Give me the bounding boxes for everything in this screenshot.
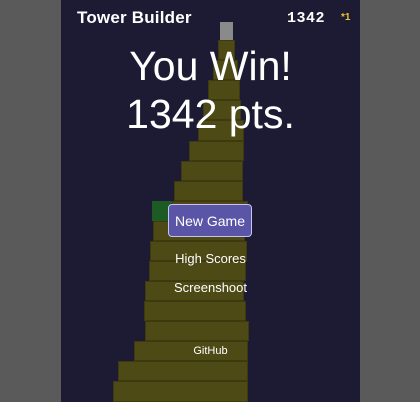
github-link[interactable]: GitHub xyxy=(61,345,360,357)
screenshot-link[interactable]: Screenshoot xyxy=(61,280,360,295)
new-game-button[interactable]: New Game xyxy=(168,204,252,237)
final-points: 1342 pts. xyxy=(126,91,295,137)
score-multiplier: *1 xyxy=(341,12,351,23)
game-area: Tower Builder 1342 *1 You Win! 1342 pts.… xyxy=(61,0,360,402)
tower-block xyxy=(144,301,246,321)
tower-block xyxy=(189,141,244,161)
tower-block xyxy=(118,361,248,381)
tower-block xyxy=(181,161,243,181)
high-scores-link[interactable]: High Scores xyxy=(61,251,360,266)
win-headline: You Win! xyxy=(129,43,292,89)
game-title: Tower Builder xyxy=(77,8,192,27)
tower-block xyxy=(145,321,249,341)
tower-top-block xyxy=(220,22,233,40)
tower-block xyxy=(113,381,248,402)
score-counter: 1342 xyxy=(287,10,326,27)
tower-block xyxy=(174,181,243,201)
